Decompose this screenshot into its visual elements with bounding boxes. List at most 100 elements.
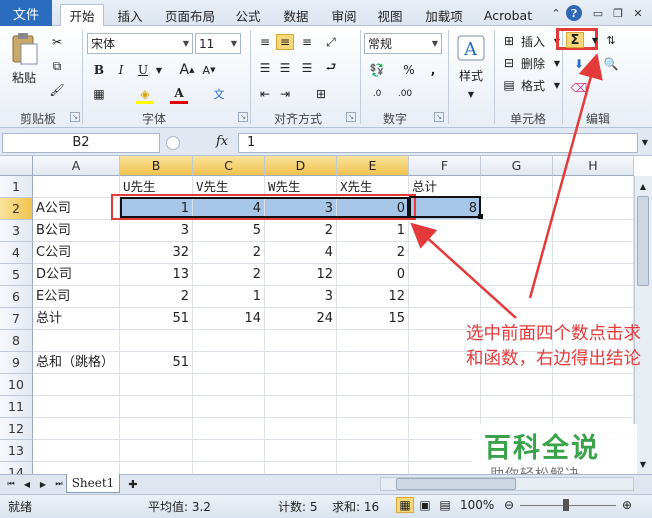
cell-B11[interactable] <box>120 396 193 418</box>
formula-bar-handle-icon[interactable] <box>166 136 180 150</box>
cell-C3[interactable]: 5 <box>193 220 265 242</box>
zoom-in-icon[interactable]: ⊕ <box>618 497 636 513</box>
cell-E9[interactable] <box>337 352 409 374</box>
cell-C12[interactable] <box>193 418 265 440</box>
column-header-H[interactable]: H <box>553 156 634 176</box>
cell-F5[interactable] <box>409 264 481 286</box>
cell-F12[interactable] <box>409 418 481 440</box>
align-bottom-icon[interactable]: ≡ <box>298 34 316 50</box>
cell-C9[interactable] <box>193 352 265 374</box>
decrease-indent-icon[interactable]: ⇤ <box>256 86 274 102</box>
autosum-icon[interactable]: Σ <box>566 32 584 48</box>
zoom-out-icon[interactable]: ⊖ <box>500 497 518 513</box>
expand-formula-icon[interactable]: ▼ <box>636 134 652 150</box>
cell-B6[interactable]: 2 <box>120 286 193 308</box>
column-header-B[interactable]: B <box>120 156 193 176</box>
merge-cells-icon[interactable]: ⊞ <box>312 86 330 102</box>
cell-A13[interactable] <box>33 440 120 462</box>
cell-B12[interactable] <box>120 418 193 440</box>
cell-H6[interactable] <box>553 286 634 308</box>
column-header-A[interactable]: A <box>33 156 120 176</box>
cell-B3[interactable]: 3 <box>120 220 193 242</box>
cell-A2[interactable]: A公司 <box>33 198 120 220</box>
cell-A8[interactable] <box>33 330 120 352</box>
cell-G4[interactable] <box>481 242 553 264</box>
cell-D7[interactable]: 24 <box>265 308 337 330</box>
cell-A5[interactable]: D公司 <box>33 264 120 286</box>
cell-D8[interactable] <box>265 330 337 352</box>
cell-G6[interactable] <box>481 286 553 308</box>
format-painter-icon[interactable]: 🖌 <box>48 82 66 98</box>
minimize-icon[interactable]: ▭ <box>590 5 606 21</box>
shrink-font-icon[interactable]: A ▼ <box>200 62 218 78</box>
cell-B13[interactable] <box>120 440 193 462</box>
cell-F3[interactable] <box>409 220 481 242</box>
cell-A12[interactable] <box>33 418 120 440</box>
cell-D13[interactable] <box>265 440 337 462</box>
tab-acrobat[interactable]: Acrobat <box>478 4 538 26</box>
cell-G3[interactable] <box>481 220 553 242</box>
cell-A9[interactable]: 总和（跳格） <box>33 352 120 374</box>
cell-C8[interactable] <box>193 330 265 352</box>
cell-C11[interactable] <box>193 396 265 418</box>
insert-cells-icon[interactable]: ⊞ <box>500 33 518 49</box>
cell-E4[interactable]: 2 <box>337 242 409 264</box>
cell-C10[interactable] <box>193 374 265 396</box>
cell-H10[interactable] <box>553 374 634 396</box>
increase-decimal-icon[interactable]: .0 <box>368 86 386 102</box>
tab-home[interactable]: 开始 <box>60 4 104 26</box>
wrap-text-icon[interactable]: ⮐ <box>322 60 340 76</box>
row-header-7[interactable]: 7 <box>0 308 33 330</box>
cell-B4[interactable]: 32 <box>120 242 193 264</box>
cell-C13[interactable] <box>193 440 265 462</box>
cell-D12[interactable] <box>265 418 337 440</box>
cell-H5[interactable] <box>553 264 634 286</box>
chevron-down-icon[interactable]: ▼ <box>548 77 566 93</box>
phonetic-icon[interactable]: 文 <box>210 86 228 102</box>
tab-data[interactable]: 数据 <box>276 4 316 26</box>
align-left-icon[interactable]: ☰ <box>256 60 274 76</box>
font-name-combo[interactable]: 宋体 ▼ <box>87 33 193 54</box>
cell-D5[interactable]: 12 <box>265 264 337 286</box>
align-middle-icon[interactable]: ≡ <box>276 34 294 50</box>
cell-G11[interactable] <box>481 396 553 418</box>
new-sheet-icon[interactable]: ✚ <box>124 476 142 492</box>
chevron-down-icon[interactable]: ▼ <box>548 55 566 71</box>
cell-B7[interactable]: 51 <box>120 308 193 330</box>
font-size-combo[interactable]: 11 ▼ <box>195 33 241 54</box>
format-cells-button[interactable]: 格式 <box>518 77 548 93</box>
cell-D10[interactable] <box>265 374 337 396</box>
tab-view[interactable]: 视图 <box>370 4 410 26</box>
cell-B9[interactable]: 51 <box>120 352 193 374</box>
cell-H2[interactable] <box>553 198 634 220</box>
cell-E13[interactable] <box>337 440 409 462</box>
restore-icon[interactable]: ❐ <box>610 5 626 21</box>
file-tab[interactable]: 文件 <box>0 0 52 26</box>
clear-icon[interactable]: ⌫ <box>570 80 588 96</box>
row-header-11[interactable]: 11 <box>0 396 33 418</box>
cell-D9[interactable] <box>265 352 337 374</box>
cell-E12[interactable] <box>337 418 409 440</box>
cell-A1[interactable] <box>33 176 120 198</box>
delete-cells-icon[interactable]: ⊟ <box>500 55 518 71</box>
number-format-combo[interactable]: 常规 ▼ <box>364 33 442 54</box>
comma-style-icon[interactable]: , <box>424 62 442 78</box>
fill-color-icon[interactable]: ◈ <box>136 86 154 102</box>
cell-G1[interactable] <box>481 176 553 198</box>
row-header-4[interactable]: 4 <box>0 242 33 264</box>
cell-F13[interactable] <box>409 440 481 462</box>
cell-E11[interactable] <box>337 396 409 418</box>
cell-B10[interactable] <box>120 374 193 396</box>
decrease-decimal-icon[interactable]: .00 <box>396 86 414 102</box>
close-icon[interactable]: ✕ <box>630 5 646 21</box>
select-all-corner[interactable] <box>0 156 33 176</box>
tab-addins[interactable]: 加载项 <box>418 4 470 26</box>
zoom-level[interactable]: 100% <box>460 498 494 512</box>
cell-D6[interactable]: 3 <box>265 286 337 308</box>
cell-E3[interactable]: 1 <box>337 220 409 242</box>
cell-F6[interactable] <box>409 286 481 308</box>
cell-C6[interactable]: 1 <box>193 286 265 308</box>
paste-button[interactable]: 粘贴 <box>6 68 42 86</box>
insert-function-icon[interactable]: fx <box>216 134 236 152</box>
cell-D3[interactable]: 2 <box>265 220 337 242</box>
